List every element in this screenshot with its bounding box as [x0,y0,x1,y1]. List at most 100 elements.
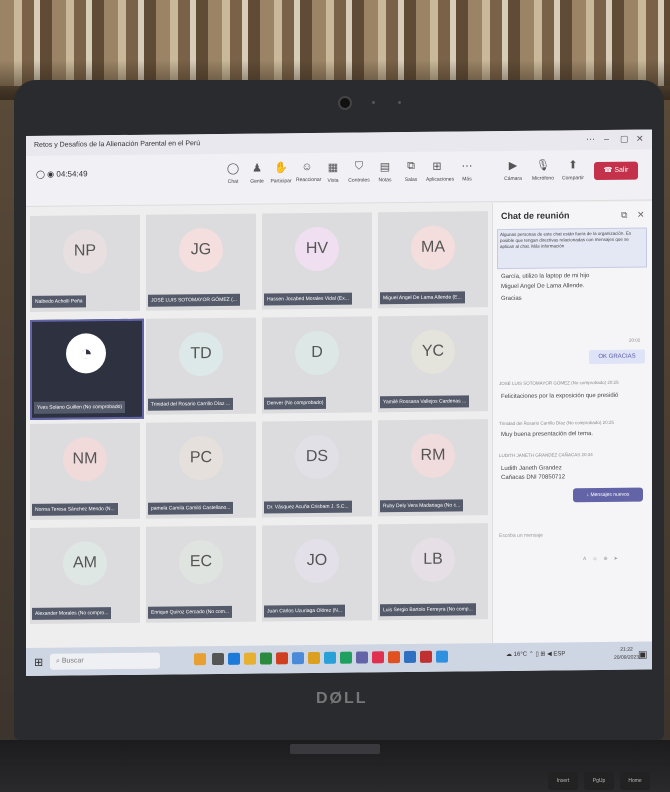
send-icon[interactable]: ➤ [614,556,624,562]
more-icon[interactable]: ⋯ [586,134,595,145]
maximize-icon[interactable]: ▢ [620,134,629,145]
avatar: YC [411,329,455,374]
word-icon[interactable] [404,650,416,664]
participant-name: Norma Teresa Sánchez Mendo (N... [32,503,118,516]
hinge-bar [290,744,380,754]
format-icon[interactable]: A [583,556,592,562]
smiley-icon: ☺ [301,160,313,174]
participant-name: Nalbedo Acholli Peña [32,295,86,308]
app-icon[interactable] [388,651,400,664]
participant-name: Juan Carlos Uzuriaga Olórez (N... [264,604,346,618]
participant-tile[interactable]: AM Alexander Morales (No compro... [30,526,140,624]
mail-icon[interactable] [292,652,304,665]
teams-icon[interactable] [356,651,368,664]
message-meta: Trinidad del Rosario Carrillo Díaz (No c… [499,419,614,427]
participant-tile[interactable]: LB Luis Sergio Bartolo Ferreyra (No comp.… [378,523,488,621]
compose-input[interactable]: Escriba un mensaje [499,531,647,539]
chat-button[interactable]: ◯ Chat [222,162,244,185]
react-button[interactable]: ☺ Reaccionar [296,160,321,183]
rooms-button[interactable]: ⧉ Salas [400,160,422,183]
plus-icon: ⊞ [432,160,442,173]
close-chat-icon[interactable]: ✕ [637,210,645,221]
attach-icon[interactable]: ⊕ [603,556,613,562]
message-meta: JOSÉ LUIS SOTOMAYOR GÓMEZ (No comprobado… [499,379,619,387]
chrome-icon[interactable] [308,651,320,665]
dell-logo: DØLL [316,690,368,707]
participant-name: Ruby Dely Vera Madariaga (No c... [380,499,464,513]
participant-name: Dr. Vásquez Acuña Crisbam J. S.C... [264,500,352,514]
avatar: DS [295,434,339,480]
app-icon[interactable] [436,650,448,663]
participant-name: Luis Sergio Bartolo Ferreyra (No comp... [380,603,476,617]
participant-tile[interactable]: RM Ruby Dely Vera Madariaga (No c... [378,419,488,517]
system-tray[interactable]: ☁ 16°C ⌃ ▯ ⊞ ◀ ESP [506,650,565,658]
taskbar-search[interactable]: ⌕ Buscar [50,652,160,670]
windows-start-icon[interactable]: ⊞ [34,656,43,669]
hand-icon: ✋ [274,162,288,175]
explorer-icon[interactable] [244,652,256,665]
view-button[interactable]: ▦ Vista [322,161,344,184]
participant-tile[interactable]: MA Miguel Angel De Lama Allende (E... [378,211,488,309]
participant-tile[interactable]: NM Norma Teresa Sánchez Mendo (N... [30,422,140,520]
controls-button[interactable]: ⛉ Controles [348,160,370,183]
mic-button[interactable]: 🎙 Micrófono [532,158,554,182]
leave-button[interactable]: ☎ Salir [594,161,638,181]
store-icon[interactable] [260,652,272,665]
avatar: NP [63,229,107,274]
new-messages-button[interactable]: ↓ Mensajes nuevos [573,487,643,503]
camera-button[interactable]: ▶ Cámara [502,159,524,182]
taskview-icon[interactable] [212,652,224,666]
avatar: MA [411,225,455,270]
meeting-timer: ◯ ◉ 04:54:49 [36,169,88,179]
participant-tile[interactable]: PC pamela Camila Camiló Castellano... [146,421,256,519]
participant-name: Trinidad del Rosario Carrillo Díaz ... [148,397,234,411]
compose-actions[interactable]: A☺⊕➤ [583,555,652,562]
participant-name: Alexander Morales (No compro... [32,607,112,620]
avatar: AM [63,541,107,586]
search-icon: ⌕ [56,657,60,665]
people-button[interactable]: ♟ Gente [246,161,268,185]
notification-icon[interactable]: ▣ [638,649,647,660]
edge-icon[interactable] [228,652,240,665]
participant-tile[interactable]: JG JOSÉ LUIS SOTOMAYOR GÓMEZ (... [146,213,256,311]
notes-button[interactable]: ▤ Notas [374,160,396,183]
widget-icon[interactable] [194,653,206,666]
raise-hand-button[interactable]: ✋ Participar [270,161,292,184]
participant-tile[interactable]: D Denver (No comprobado) [262,316,372,414]
obs-logo-icon: ◔ [66,333,106,374]
rooms-icon: ⧉ [407,159,415,173]
participant-tile[interactable]: EC Enrique Quiroz Cercado (No com... [146,525,256,623]
app-icon[interactable] [340,651,352,664]
emoji-icon[interactable]: ☺ [592,556,603,562]
office-icon[interactable] [276,652,288,665]
participant-tile[interactable]: JO Juan Carlos Uzuriaga Olórez (N... [262,524,372,622]
message-time: 20:02 [629,337,641,343]
weather-icon: ☁ [506,651,512,658]
avatar: LB [411,537,455,582]
keyboard-key: Home [620,772,650,790]
taskbar-clock[interactable]: 21:22 20/09/2023 [614,646,639,662]
more-button[interactable]: ⋯ Más [456,159,478,182]
chat-message: Gracias [501,295,522,303]
share-button[interactable]: ⬆ Compartir [562,158,584,181]
participant-tile[interactable]: TD Trinidad del Rosario Carrillo Díaz ... [146,317,256,415]
app-icon[interactable] [420,650,432,663]
app-icon[interactable] [324,651,336,664]
minimize-icon[interactable]: – [604,134,609,144]
participant-tile[interactable]: HV Hassen Jocabed Morales Vidal (Ex... [262,212,372,310]
avatar: NM [63,437,107,482]
apps-button[interactable]: ⊞ Aplicaciones [426,160,454,183]
participant-tile[interactable]: YC Yamilé Rossana Vallejos Cardenas ... [378,315,488,413]
avatar: TD [179,331,223,377]
close-icon[interactable]: ✕ [636,134,644,145]
chat-message: Miguel Angel De Lama Allende. [501,283,585,291]
app-icon[interactable] [372,651,384,664]
participant-tile[interactable]: DS Dr. Vásquez Acuña Crisbam J. S.C... [262,420,372,518]
popout-icon[interactable]: ⧉ [621,210,627,221]
participant-tile[interactable]: NP Nalbedo Acholli Peña [30,214,140,312]
avatar: RM [411,433,455,478]
avatar: EC [179,539,223,585]
message-meta: LUDITH JANETH GRANDEZ CAÑACAS 20:34 [499,452,593,459]
participant-tile-sharing[interactable]: ◔ Yves Solano Guillen (No comprobado) [30,318,144,420]
chat-title: Chat de reunión [501,210,570,222]
